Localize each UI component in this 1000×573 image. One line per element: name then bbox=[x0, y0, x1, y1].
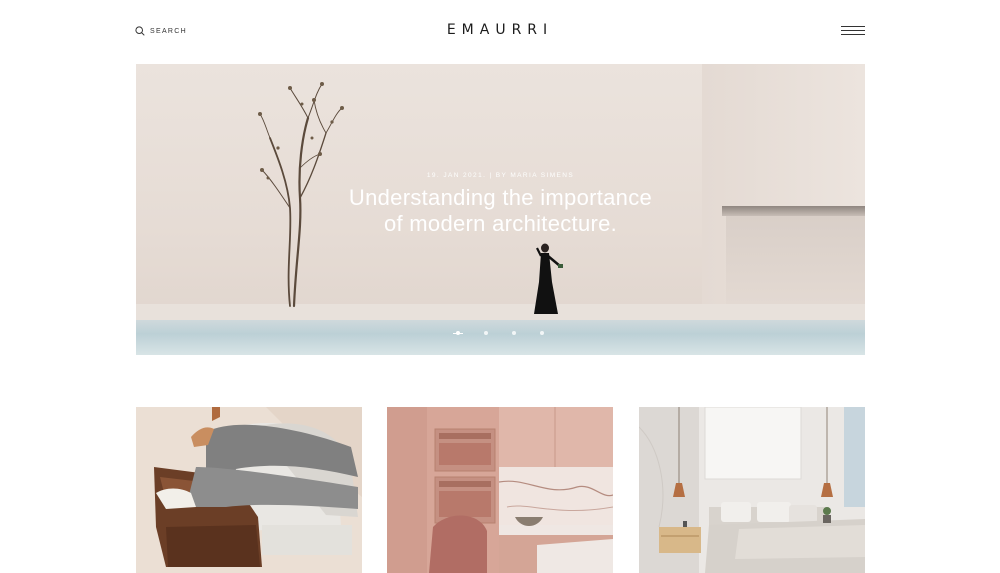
hero-caption: 19. JAN 2021. | BY MARIA SIMENS Understa… bbox=[136, 172, 865, 237]
pool-edge bbox=[136, 304, 865, 320]
hero-slider[interactable]: 19. JAN 2021. | BY MARIA SIMENS Understa… bbox=[136, 64, 865, 355]
slider-dot-1[interactable] bbox=[453, 330, 481, 336]
site-header: SEARCH EMAURRI bbox=[0, 0, 1000, 64]
slider-dot-2[interactable] bbox=[481, 330, 509, 336]
post-card-pink-kitchen[interactable] bbox=[387, 407, 613, 573]
bedroom-image bbox=[639, 407, 865, 573]
pink-kitchen-image bbox=[387, 407, 613, 573]
post-card-bedroom[interactable] bbox=[639, 407, 865, 573]
hero-title[interactable]: Understanding the importance of modern a… bbox=[136, 185, 865, 237]
hamburger-menu-icon[interactable] bbox=[841, 26, 865, 39]
slider-dot-4[interactable] bbox=[537, 330, 565, 336]
lounge-chair-image bbox=[136, 407, 362, 573]
woman-figure bbox=[534, 243, 563, 314]
slider-dot-3[interactable] bbox=[509, 330, 537, 336]
post-card-lounge-chair[interactable] bbox=[136, 407, 362, 573]
post-meta: 19. JAN 2021. | BY MARIA SIMENS bbox=[426, 172, 575, 179]
hero-title-line-2: of modern architecture. bbox=[383, 211, 618, 236]
slider-pagination bbox=[453, 330, 565, 336]
hero-title-line-1: Understanding the importance bbox=[348, 185, 653, 210]
pool-water bbox=[136, 320, 865, 355]
